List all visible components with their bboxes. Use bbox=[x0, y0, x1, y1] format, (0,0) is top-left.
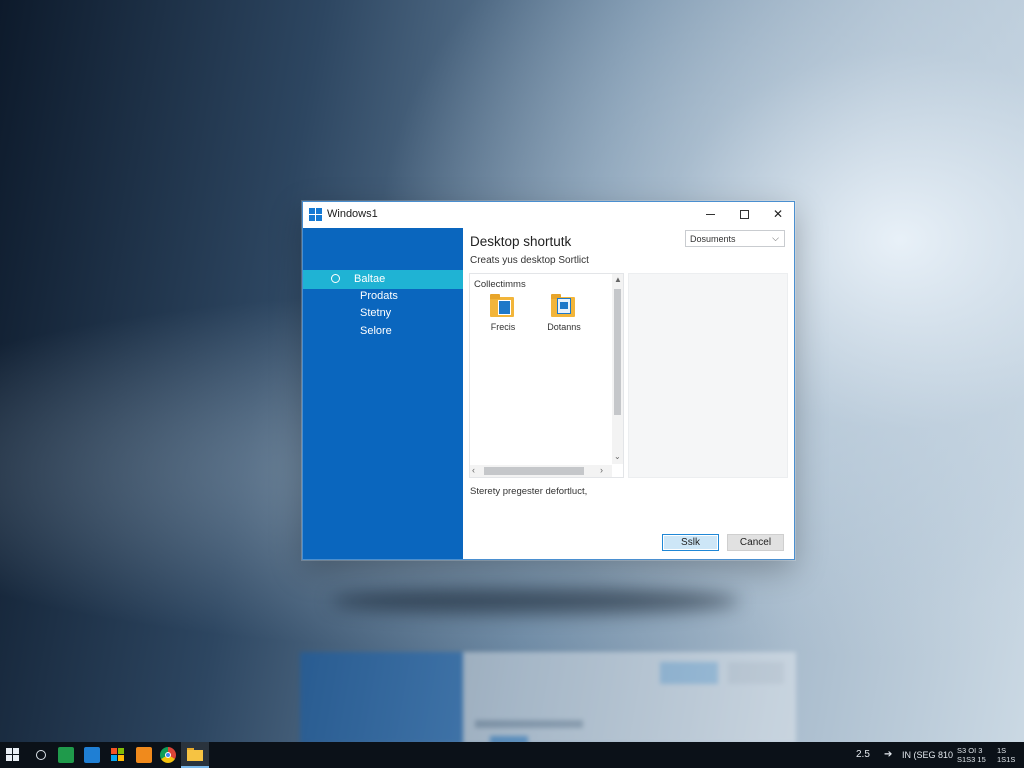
file-label: Dotanns bbox=[547, 322, 581, 332]
file-item-frecis[interactable]: Frecis bbox=[480, 294, 526, 340]
cancel-button[interactable]: Cancel bbox=[727, 534, 784, 551]
scroll-down-icon[interactable]: ⌄ bbox=[614, 452, 621, 461]
title-bar[interactable]: Windows1 ✕ bbox=[303, 202, 794, 228]
maximize-button[interactable] bbox=[727, 202, 761, 226]
folder-icon bbox=[551, 294, 577, 320]
sidebar-item-stetny[interactable]: Stetny bbox=[303, 304, 463, 323]
search-icon[interactable] bbox=[33, 747, 49, 763]
reflection-cancel-button bbox=[728, 662, 784, 684]
sidebar-item-label: Selore bbox=[360, 325, 392, 337]
reflection-save-button bbox=[660, 662, 718, 684]
file-explorer-icon[interactable] bbox=[187, 747, 203, 763]
save-button[interactable]: Sslk bbox=[662, 534, 719, 551]
sidebar-item-selore[interactable]: Selore bbox=[303, 322, 463, 341]
scrollbar-thumb[interactable] bbox=[614, 289, 621, 415]
taskbar: 2.5 ➔ IN (SEG 810 S3 OI 3 S1S3 15 1S 1S1… bbox=[0, 742, 1024, 768]
horizontal-scrollbar[interactable]: ‹ › bbox=[470, 465, 612, 477]
office-icon[interactable] bbox=[136, 747, 152, 763]
clock-date[interactable]: S1S3 15 bbox=[957, 755, 986, 764]
status-text: Sterety pregester defortluct, bbox=[470, 486, 588, 497]
sidebar-item-label: Prodats bbox=[360, 290, 398, 302]
minimize-button[interactable] bbox=[693, 202, 727, 226]
tray-extra-top: 1S bbox=[997, 746, 1007, 755]
page-title: Desktop shortutk bbox=[470, 234, 572, 249]
scroll-up-icon[interactable]: ▲ bbox=[614, 275, 622, 284]
tray-number: 2.5 bbox=[856, 749, 870, 760]
tray-extra-bottom: 1S1S bbox=[997, 755, 1016, 764]
page-subtitle: Creats yus desktop Sortlict bbox=[470, 255, 589, 266]
tray-arrow-icon[interactable]: ➔ bbox=[884, 749, 892, 760]
close-icon: ✕ bbox=[772, 207, 784, 221]
dialog-window: Windows1 ✕ Baltae Prodats Stetny Selore … bbox=[302, 201, 795, 560]
browser-icon[interactable] bbox=[160, 747, 176, 763]
reflection-text bbox=[475, 720, 583, 728]
window-shadow bbox=[330, 588, 740, 614]
maximize-icon bbox=[739, 209, 749, 219]
file-item-dotanns[interactable]: Dotanns bbox=[541, 294, 587, 340]
preview-pane bbox=[628, 273, 788, 478]
close-button[interactable]: ✕ bbox=[761, 202, 795, 226]
tray-network[interactable]: IN (SEG 810 bbox=[902, 750, 953, 760]
clock-time[interactable]: S3 OI 3 bbox=[957, 746, 982, 755]
vertical-scrollbar[interactable]: ▲ ⌄ bbox=[612, 274, 623, 464]
scrollbar-thumb[interactable] bbox=[484, 467, 584, 475]
scroll-left-icon[interactable]: ‹ bbox=[472, 465, 475, 475]
window-title: Windows1 bbox=[327, 208, 378, 220]
window-reflection bbox=[300, 652, 796, 744]
chevron-down-icon: ⌵ bbox=[772, 233, 779, 243]
pane-label: Collectimms bbox=[474, 279, 526, 290]
minimize-icon bbox=[705, 213, 715, 215]
store-icon[interactable] bbox=[110, 747, 126, 763]
sidebar-item-label: Baltae bbox=[354, 273, 386, 285]
windows-logo-icon bbox=[309, 208, 322, 221]
file-list-pane: Collectimms Frecis Dotanns ▲ ⌄ ‹ › bbox=[469, 273, 624, 478]
content-area: Desktop shortutk Creats yus desktop Sort… bbox=[463, 228, 794, 559]
location-dropdown[interactable]: Dosuments ⌵ bbox=[685, 230, 785, 247]
sidebar-item-label: Stetny bbox=[360, 307, 392, 319]
sidebar: Baltae Prodats Stetny Selore bbox=[303, 228, 463, 559]
scroll-right-icon[interactable]: › bbox=[600, 465, 603, 475]
folder-icon bbox=[490, 294, 516, 320]
mail-icon[interactable] bbox=[84, 747, 100, 763]
dropdown-value: Dosuments bbox=[690, 234, 736, 244]
chat-icon bbox=[331, 274, 340, 283]
file-label: Frecis bbox=[490, 322, 516, 332]
start-icon[interactable] bbox=[5, 747, 21, 763]
sheet-icon[interactable] bbox=[58, 747, 74, 763]
